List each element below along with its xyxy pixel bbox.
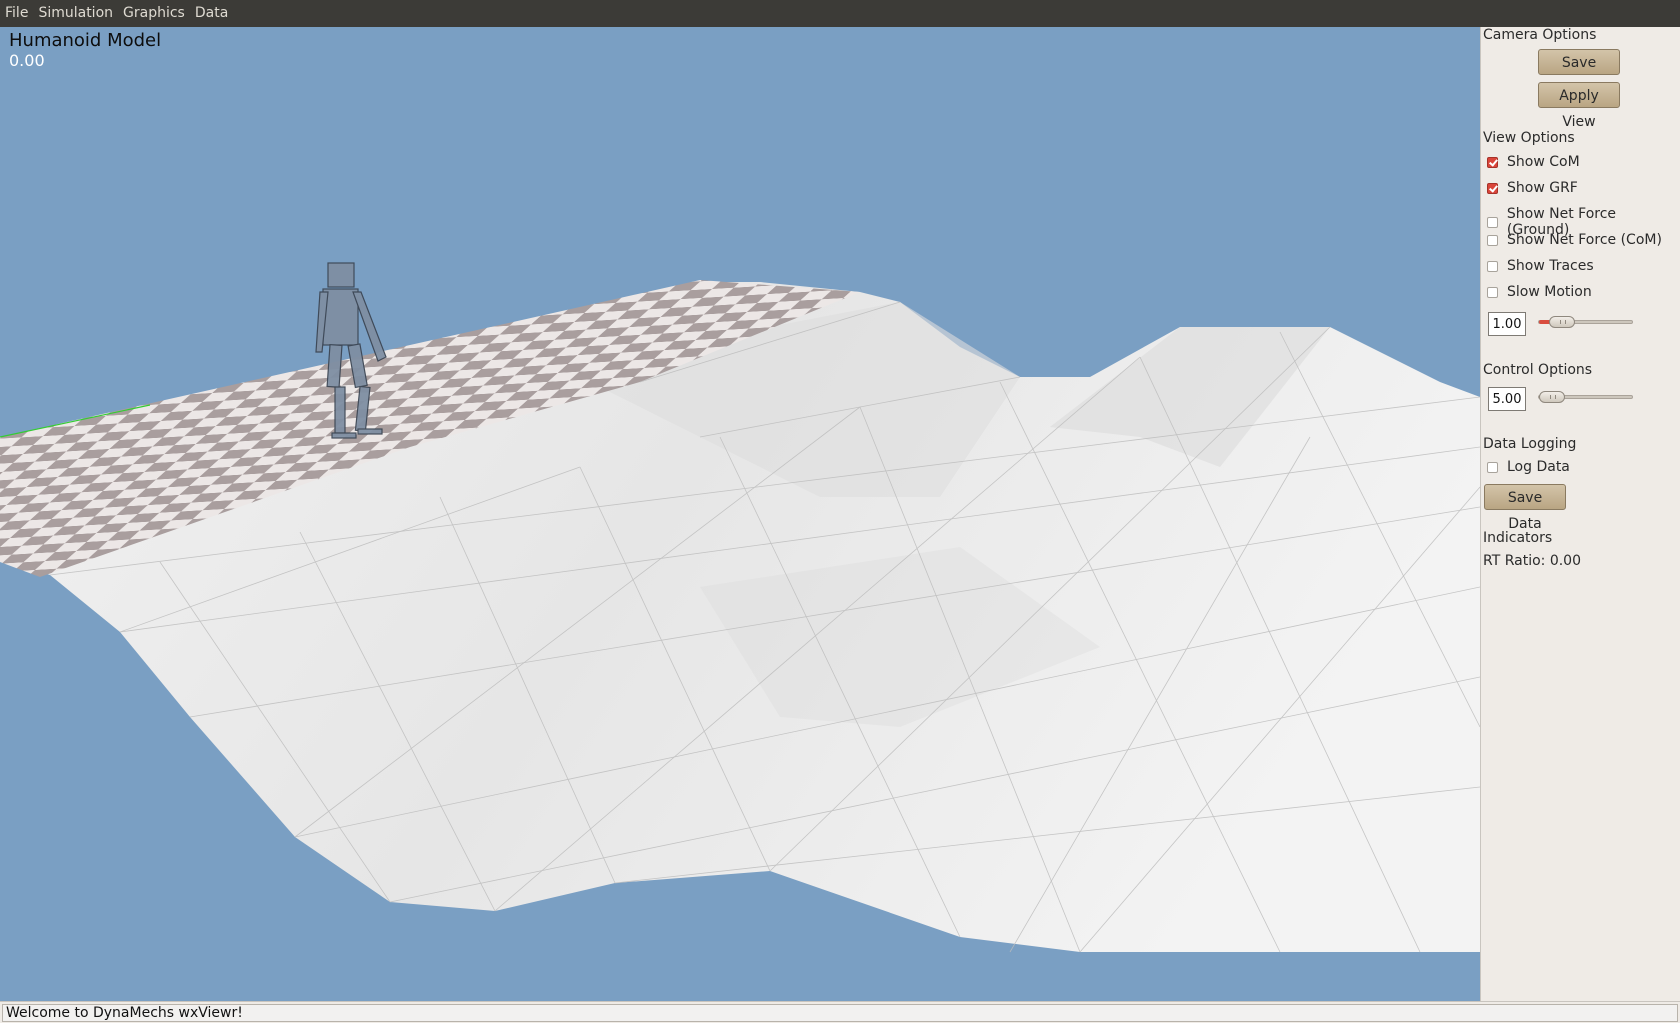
slow-motion-slider[interactable] (1538, 316, 1633, 328)
control-options-title: Control Options (1483, 362, 1593, 378)
checkbox-label: Show Traces (1507, 258, 1594, 274)
log-data-checkbox[interactable]: Log Data (1487, 459, 1570, 475)
view-options-title: View Options (1483, 130, 1575, 146)
control-panel: Camera Options Save View Apply View View… (1480, 27, 1680, 1001)
apply-view-button[interactable]: Apply View (1538, 82, 1620, 130)
checkbox-label: Show CoM (1507, 154, 1580, 170)
show-net-force-com-checkbox[interactable]: Show Net Force (CoM) (1487, 232, 1662, 248)
camera-options-title: Camera Options (1483, 27, 1597, 43)
checkbox-label: Show GRF (1507, 180, 1578, 196)
slider-thumb[interactable] (1539, 391, 1565, 403)
menu-simulation[interactable]: Simulation (33, 0, 118, 27)
simulation-time: 0.00 (9, 51, 45, 70)
save-view-button[interactable]: Save View (1538, 49, 1620, 97)
data-logging-title: Data Logging (1483, 436, 1577, 452)
menu-data[interactable]: Data (190, 0, 233, 27)
menu-file[interactable]: File (0, 0, 33, 27)
status-bar: Welcome to DynaMechs wxViewr! (0, 1001, 1680, 1023)
slow-motion-value-field[interactable]: 1.00 (1488, 312, 1526, 336)
checkbox-box[interactable] (1487, 156, 1498, 168)
checkbox-label: Show Net Force (CoM) (1507, 232, 1662, 248)
rt-ratio-readout: RT Ratio: 0.00 (1483, 553, 1581, 569)
control-slider[interactable] (1538, 391, 1633, 403)
menu-graphics[interactable]: Graphics (118, 0, 190, 27)
model-title: Humanoid Model (9, 30, 162, 51)
save-data-button[interactable]: Save Data (1484, 484, 1566, 532)
checkbox-box[interactable] (1487, 286, 1498, 298)
checkbox-label: Slow Motion (1507, 284, 1592, 300)
show-grf-checkbox[interactable]: Show GRF (1487, 180, 1578, 196)
menu-bar: File Simulation Graphics Data (0, 0, 1680, 27)
slow-motion-checkbox[interactable]: Slow Motion (1487, 284, 1592, 300)
checkbox-box[interactable] (1487, 234, 1498, 246)
show-com-checkbox[interactable]: Show CoM (1487, 154, 1580, 170)
3d-viewport[interactable]: Humanoid Model 0.00 (0, 27, 1480, 1001)
show-traces-checkbox[interactable]: Show Traces (1487, 258, 1594, 274)
checkbox-label: Log Data (1507, 459, 1570, 475)
checkbox-box[interactable] (1487, 216, 1498, 228)
scene-canvas (0, 262, 1480, 953)
checkbox-box[interactable] (1487, 182, 1498, 194)
status-message: Welcome to DynaMechs wxViewr! (2, 1004, 1678, 1022)
control-value-field[interactable]: 5.00 (1488, 387, 1526, 411)
checkbox-box[interactable] (1487, 461, 1498, 473)
slider-thumb[interactable] (1549, 316, 1575, 328)
checkbox-box[interactable] (1487, 260, 1498, 272)
indicators-title: Indicators (1483, 530, 1553, 546)
